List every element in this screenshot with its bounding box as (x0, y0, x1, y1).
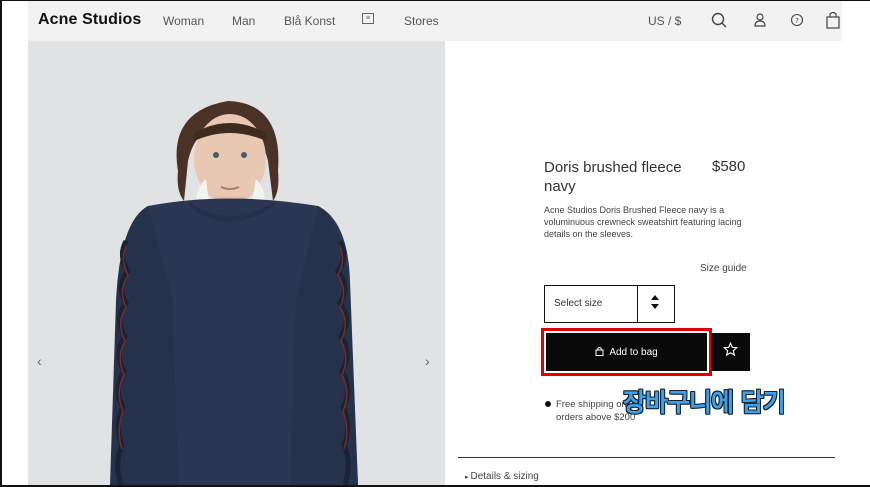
nav-box-icon[interactable]: ≡ (362, 13, 374, 24)
site-header: Acne Studios Woman Man Blå Konst ≡ Store… (28, 1, 842, 41)
brand-logo[interactable]: Acne Studios (38, 11, 141, 29)
bag-icon[interactable] (824, 9, 844, 31)
search-icon[interactable] (709, 9, 729, 31)
bag-icon (595, 346, 604, 359)
updown-arrow-icon (648, 294, 662, 312)
size-select[interactable]: Select size (544, 285, 675, 323)
help-icon[interactable]: ? (787, 9, 807, 31)
frame-left (0, 0, 2, 487)
screenshot-frame: Acne Studios Woman Man Blå Konst ≡ Store… (0, 0, 870, 487)
add-to-bag-button[interactable]: Add to bag (546, 333, 707, 371)
nav-stores[interactable]: Stores (404, 14, 439, 28)
star-icon (722, 341, 739, 362)
product-photo[interactable] (28, 41, 445, 485)
details-label: Details & sizing (470, 471, 539, 482)
korean-annotation: 장바구니에 담기 (623, 388, 786, 417)
product-description: Acne Studios Doris Brushed Fleece navy i… (544, 205, 742, 239)
page-edge (842, 0, 870, 487)
account-icon[interactable] (750, 9, 770, 31)
add-to-bag-label: Add to bag (609, 346, 658, 358)
currency-selector[interactable]: US / $ (648, 14, 681, 28)
details-divider (458, 457, 835, 458)
product-title: Doris brushed fleece navy (544, 159, 682, 195)
gallery-prev-arrow[interactable]: ‹ (37, 353, 42, 369)
gallery-next-arrow[interactable]: › (425, 353, 430, 369)
nav-bla-konst[interactable]: Blå Konst (284, 14, 335, 28)
size-guide-link[interactable]: Size guide (700, 263, 747, 274)
product-price: $580 (712, 158, 746, 175)
frame-top (0, 0, 870, 1)
select-divider (637, 286, 638, 322)
svg-text:?: ? (795, 17, 799, 25)
size-select-label: Select size (554, 298, 603, 309)
nav-woman[interactable]: Woman (163, 14, 204, 28)
details-sizing-toggle[interactable]: ▸ Details & sizing (465, 471, 539, 482)
nav-man[interactable]: Man (232, 14, 255, 28)
wishlist-button[interactable] (711, 333, 750, 371)
shipping-dot-icon (545, 401, 551, 407)
